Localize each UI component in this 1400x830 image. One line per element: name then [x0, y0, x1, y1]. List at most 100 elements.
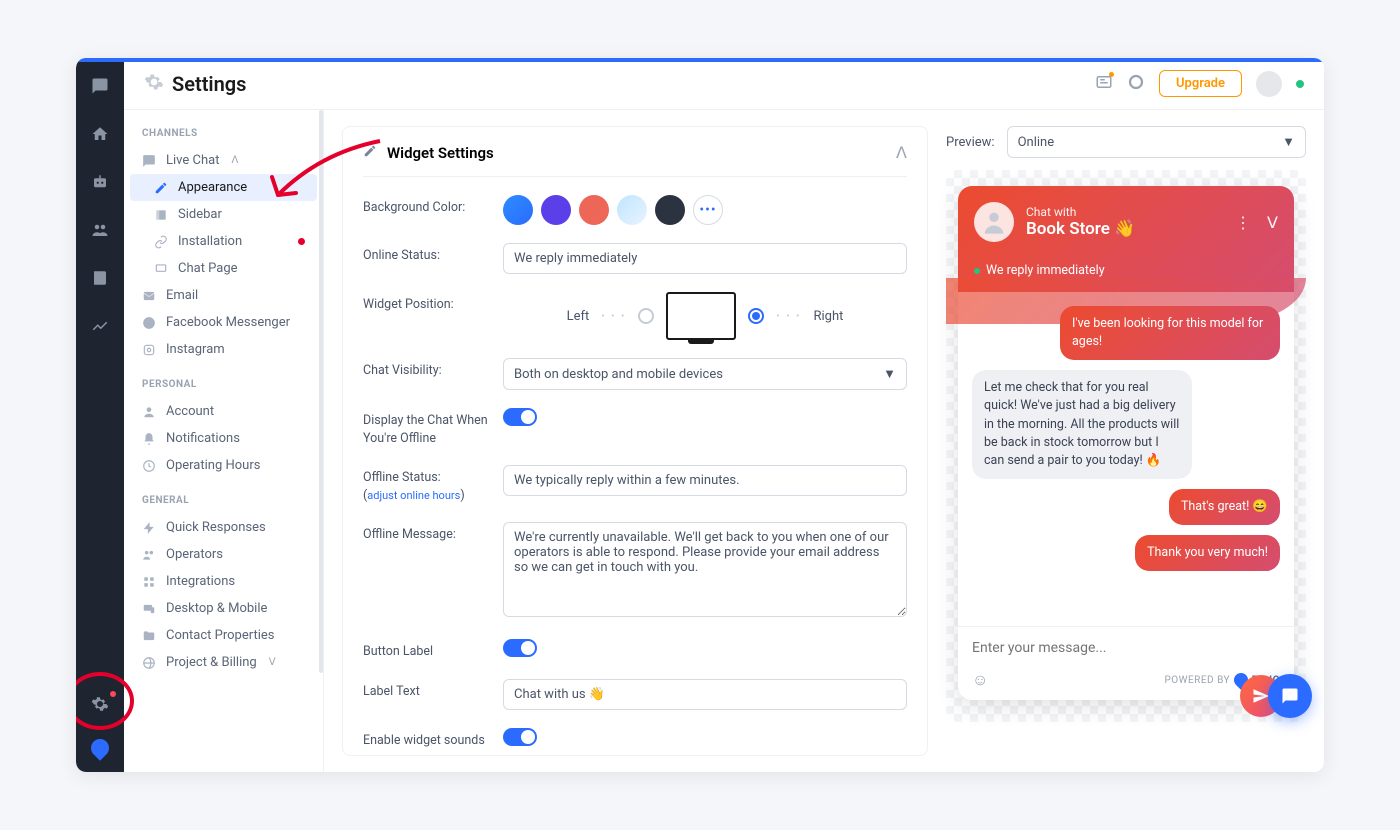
sidebar-item-email[interactable]: Email	[124, 282, 323, 309]
rail-settings-icon[interactable]	[88, 692, 112, 716]
position-left-radio[interactable]	[638, 308, 654, 324]
select-value: Both on desktop and mobile devices	[514, 367, 723, 382]
sidebar-item-appearance[interactable]: Appearance	[130, 174, 317, 201]
offline-status-input[interactable]	[503, 465, 907, 496]
offline-message-textarea[interactable]	[503, 522, 907, 617]
group-channels: CHANNELS	[124, 124, 323, 147]
settings-sidebar: CHANNELS Live Chatᐱ Appearance Sidebar I…	[124, 110, 324, 772]
chevron-up-icon: ᐱ	[231, 155, 238, 166]
link-icon	[154, 235, 168, 249]
color-swatch-coral[interactable]	[579, 195, 609, 225]
chat-title: Book Store 👋	[1026, 219, 1135, 239]
notification-badge	[298, 238, 305, 245]
user-icon	[142, 405, 156, 419]
chevron-down-icon: ▼	[1282, 134, 1295, 150]
news-icon[interactable]	[1095, 73, 1113, 95]
panel-icon	[154, 208, 168, 222]
rail-contacts-icon[interactable]	[88, 218, 112, 242]
message-out: Thank you very much!	[1135, 535, 1280, 571]
avatar[interactable]	[1256, 71, 1282, 97]
rail-chat-icon[interactable]	[88, 74, 112, 98]
button-label-label: Button Label	[363, 639, 503, 661]
app-window: Settings Upgrade CHANNELS Live Chatᐱ App…	[76, 58, 1324, 772]
chat-status: We reply immediately	[974, 263, 1105, 278]
enable-sounds-label: Enable widget sounds	[363, 728, 503, 750]
menu-icon[interactable]: ⋮	[1235, 213, 1251, 232]
sidebar-item-quick-responses[interactable]: Quick Responses	[124, 514, 323, 541]
color-swatch-blue[interactable]	[503, 195, 533, 225]
gear-icon	[144, 72, 164, 96]
sidebar-item-chat-page[interactable]: Chat Page	[124, 255, 323, 282]
sidebar-item-live-chat[interactable]: Live Chatᐱ	[124, 147, 323, 174]
position-right-radio[interactable]	[748, 308, 764, 324]
usage-icon[interactable]	[1127, 73, 1145, 95]
chat-launcher[interactable]	[1268, 674, 1312, 718]
label: Chat Page	[178, 261, 238, 276]
rail-bot-icon[interactable]	[88, 170, 112, 194]
offline-message-label: Offline Message:	[363, 522, 503, 544]
rail-home-icon[interactable]	[88, 122, 112, 146]
sidebar-item-sidebar[interactable]: Sidebar	[124, 201, 323, 228]
label: Email	[166, 288, 198, 303]
position-right-label: Right	[813, 309, 843, 324]
sidebar-item-facebook[interactable]: Facebook Messenger	[124, 309, 323, 336]
label: Integrations	[166, 574, 235, 589]
pencil-icon	[154, 181, 168, 195]
rail-book-icon[interactable]	[88, 266, 112, 290]
collapse-icon[interactable]: ᐱ	[896, 143, 907, 162]
emoji-icon[interactable]: ☺	[972, 670, 988, 690]
mail-icon	[142, 289, 156, 303]
rail-analytics-icon[interactable]	[88, 314, 112, 338]
monitor-icon	[666, 292, 736, 340]
label: Facebook Messenger	[166, 315, 290, 330]
adjust-hours-link[interactable]: adjust online hours	[367, 489, 460, 502]
message-in: Let me check that for you real quick! We…	[972, 370, 1192, 479]
chat-input[interactable]	[972, 640, 1280, 656]
color-swatch-purple[interactable]	[541, 195, 571, 225]
bell-icon	[142, 432, 156, 446]
label: Account	[166, 404, 214, 419]
devices-icon	[142, 602, 156, 616]
preview-status-select[interactable]: Online▼	[1007, 126, 1306, 158]
topbar: Settings Upgrade	[124, 58, 1324, 110]
label: Desktop & Mobile	[166, 601, 267, 616]
label-text-input[interactable]	[503, 679, 907, 710]
enable-sounds-toggle[interactable]	[503, 728, 537, 746]
sidebar-item-contact-props[interactable]: Contact Properties	[124, 622, 323, 649]
widget-position-label: Widget Position:	[363, 292, 503, 314]
folder-icon	[142, 629, 156, 643]
color-swatch-light[interactable]	[617, 195, 647, 225]
sidebar-item-hours[interactable]: Operating Hours	[124, 452, 323, 479]
sidebar-item-installation[interactable]: Installation	[124, 228, 323, 255]
visibility-select[interactable]: Both on desktop and mobile devices ▼	[503, 358, 907, 390]
globe-icon	[142, 656, 156, 670]
sidebar-item-instagram[interactable]: Instagram	[124, 336, 323, 363]
chevron-down-icon: ᐯ	[269, 657, 276, 668]
message-out: That's great! 😄	[1169, 489, 1280, 525]
sidebar-item-account[interactable]: Account	[124, 398, 323, 425]
sidebar-item-operators[interactable]: Operators	[124, 541, 323, 568]
online-status-input[interactable]	[503, 243, 907, 274]
bolt-icon	[142, 521, 156, 535]
chevron-down-icon: ▼	[883, 366, 896, 382]
display-offline-toggle[interactable]	[503, 408, 537, 426]
chevron-down-icon[interactable]: ᐯ	[1267, 213, 1278, 232]
chat-footer	[958, 626, 1294, 666]
preview-label: Preview:	[946, 135, 995, 150]
sidebar-item-billing[interactable]: Project & Billingᐯ	[124, 649, 323, 676]
group-general: GENERAL	[124, 491, 323, 514]
content-area: CHANNELS Live Chatᐱ Appearance Sidebar I…	[124, 110, 1324, 772]
upgrade-button[interactable]: Upgrade	[1159, 70, 1242, 97]
page-title: Settings	[172, 72, 246, 96]
color-swatch-more[interactable]: •••	[693, 195, 723, 225]
color-swatch-dark[interactable]	[655, 195, 685, 225]
color-swatches: •••	[503, 195, 907, 225]
rail-tidio-icon[interactable]	[88, 736, 112, 760]
sidebar-item-desktop-mobile[interactable]: Desktop & Mobile	[124, 595, 323, 622]
panel-wrap: Widget Settings ᐱ Background Color: •••	[324, 110, 1324, 772]
sidebar-item-integrations[interactable]: Integrations	[124, 568, 323, 595]
sidebar-item-notifications[interactable]: Notifications	[124, 425, 323, 452]
grid-icon	[142, 575, 156, 589]
chat-body: I've been looking for this model for age…	[958, 292, 1294, 618]
button-label-toggle[interactable]	[503, 639, 537, 657]
